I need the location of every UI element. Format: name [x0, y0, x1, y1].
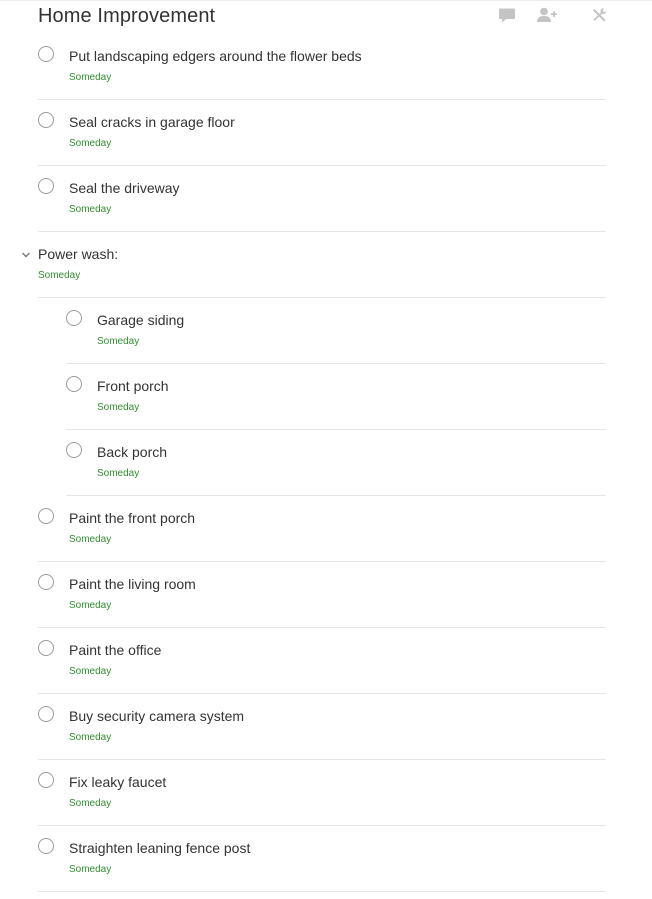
complete-checkbox[interactable] — [66, 310, 82, 326]
row-divider — [38, 891, 606, 892]
add-person-icon — [537, 7, 557, 22]
due-date[interactable]: Someday — [69, 204, 111, 215]
due-date[interactable]: Someday — [69, 666, 111, 677]
page-title: Home Improvement — [38, 5, 216, 27]
parent-task[interactable]: Power wash: Someday — [0, 232, 652, 298]
complete-checkbox[interactable] — [38, 706, 54, 722]
subtask-item[interactable]: Garage siding Someday — [0, 298, 652, 364]
due-date[interactable]: Someday — [97, 402, 139, 413]
subtask-item[interactable]: Front porch Someday — [0, 364, 652, 430]
task-label[interactable]: Put landscaping edgers around the flower… — [69, 48, 362, 64]
due-date[interactable]: Someday — [69, 534, 111, 545]
due-date[interactable]: Someday — [69, 732, 111, 743]
complete-checkbox[interactable] — [38, 574, 54, 590]
due-date[interactable]: Someday — [69, 72, 111, 83]
task-item[interactable]: Paint the front porch Someday — [0, 496, 652, 562]
task-label[interactable]: Fix leaky faucet — [69, 774, 166, 790]
due-date[interactable]: Someday — [69, 138, 111, 149]
header-actions — [498, 6, 610, 28]
chevron-down-icon[interactable] — [20, 249, 32, 261]
complete-checkbox[interactable] — [38, 112, 54, 128]
task-item[interactable]: Put landscaping edgers around the flower… — [0, 34, 652, 100]
task-label[interactable]: Straighten leaning fence post — [69, 840, 250, 856]
subtask-item[interactable]: Back porch Someday — [0, 430, 652, 496]
due-date[interactable]: Someday — [69, 798, 111, 809]
task-item[interactable]: Seal the driveway Someday — [0, 166, 652, 232]
complete-checkbox[interactable] — [38, 838, 54, 854]
task-label[interactable]: Paint the front porch — [69, 510, 195, 526]
due-date[interactable]: Someday — [69, 864, 111, 875]
task-list: Put landscaping edgers around the flower… — [0, 34, 652, 892]
task-label[interactable]: Garage siding — [97, 312, 184, 328]
task-item[interactable]: Straighten leaning fence post Someday — [0, 826, 652, 892]
project-header: Home Improvement — [38, 3, 610, 33]
due-date[interactable]: Someday — [38, 270, 80, 281]
task-item[interactable]: Seal cracks in garage floor Someday — [0, 100, 652, 166]
complete-checkbox[interactable] — [66, 376, 82, 392]
top-divider — [0, 0, 652, 1]
parent-task-label[interactable]: Power wash: — [38, 246, 118, 262]
complete-checkbox[interactable] — [66, 442, 82, 458]
complete-checkbox[interactable] — [38, 178, 54, 194]
complete-checkbox[interactable] — [38, 508, 54, 524]
complete-checkbox[interactable] — [38, 46, 54, 62]
task-label[interactable]: Seal cracks in garage floor — [69, 114, 235, 130]
task-item[interactable]: Fix leaky faucet Someday — [0, 760, 652, 826]
project-settings-button[interactable] — [590, 6, 610, 28]
task-label[interactable]: Seal the driveway — [69, 180, 180, 196]
complete-checkbox[interactable] — [38, 772, 54, 788]
comment-button[interactable] — [498, 6, 518, 28]
task-label[interactable]: Paint the office — [69, 642, 161, 658]
task-item[interactable]: Paint the office Someday — [0, 628, 652, 694]
task-label[interactable]: Paint the living room — [69, 576, 196, 592]
task-item[interactable]: Paint the living room Someday — [0, 562, 652, 628]
due-date[interactable]: Someday — [69, 600, 111, 611]
task-label[interactable]: Back porch — [97, 444, 167, 460]
due-date[interactable]: Someday — [97, 336, 139, 347]
due-date[interactable]: Someday — [97, 468, 139, 479]
tools-icon — [593, 8, 607, 22]
share-project-button[interactable] — [536, 6, 560, 28]
task-item[interactable]: Buy security camera system Someday — [0, 694, 652, 760]
task-label[interactable]: Front porch — [97, 378, 169, 394]
comment-icon — [499, 8, 515, 23]
complete-checkbox[interactable] — [38, 640, 54, 656]
task-label[interactable]: Buy security camera system — [69, 708, 244, 724]
